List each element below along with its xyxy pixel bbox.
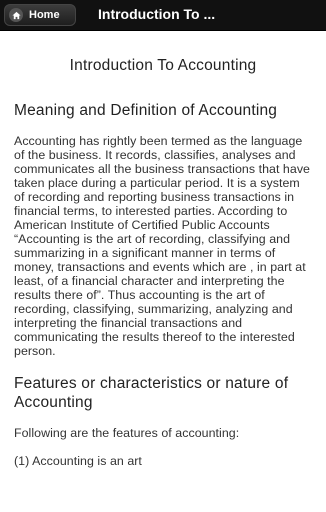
section-body-features: Following are the features of accounting… bbox=[14, 426, 240, 440]
home-icon bbox=[9, 8, 23, 22]
header-title: Introduction To ... bbox=[98, 6, 216, 22]
home-button[interactable]: Home bbox=[4, 4, 76, 26]
page-title: Introduction To Accounting bbox=[69, 57, 257, 74]
header-bar: Home Introduction To ... bbox=[0, 0, 326, 31]
article-content: Introduction To Accounting Meaning and D… bbox=[0, 31, 326, 512]
list-item: (1) Accounting is an art bbox=[14, 454, 142, 468]
home-button-label: Home bbox=[29, 9, 60, 21]
section-body-meaning: Accounting has rightly been termed as th… bbox=[14, 134, 310, 358]
section-heading-meaning: Meaning and Definition of Accounting bbox=[14, 102, 278, 119]
app-screen: Home Introduction To ... Introduction To… bbox=[0, 0, 326, 512]
section-heading-features: Features or characteristics or nature of… bbox=[14, 375, 289, 411]
